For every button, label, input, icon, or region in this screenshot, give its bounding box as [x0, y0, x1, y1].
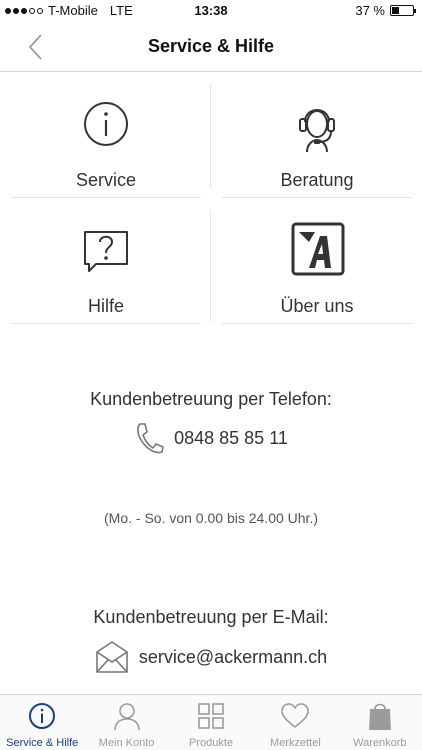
- tile-beratung[interactable]: Beratung: [222, 82, 412, 198]
- tab-produkte[interactable]: Produkte: [169, 695, 253, 750]
- tile-hilfe[interactable]: Hilfe: [11, 208, 201, 324]
- tab-bar: Service & Hilfe Mein Konto Produkte Merk…: [0, 694, 422, 750]
- tile-label: Service: [75, 170, 137, 190]
- status-right: 37 %: [355, 3, 416, 18]
- status-bar: T-Mobile LTE 13:38 37 %: [0, 0, 422, 22]
- info-icon: [29, 703, 56, 729]
- tile-label: Hilfe: [87, 296, 124, 316]
- tab-label: Merkzettel: [270, 737, 321, 749]
- email-heading: Kundenbetreuung per E-Mail:: [93, 607, 329, 627]
- info-icon: [84, 102, 128, 146]
- service-hours: (Mo. - So. von 0.00 bis 24.00 Uhr.): [104, 510, 318, 526]
- page-title: Service & Hilfe: [147, 36, 275, 56]
- email-address[interactable]: service@ackermann.ch: [139, 647, 327, 668]
- tab-label: Mein Konto: [98, 737, 155, 749]
- tab-mein-konto[interactable]: Mein Konto: [84, 695, 168, 750]
- person-icon: [113, 703, 140, 731]
- phone-heading: Kundenbetreuung per Telefon:: [90, 389, 332, 409]
- phone-number[interactable]: 0848 85 85 11: [174, 428, 288, 449]
- shopping-bag-icon: [368, 703, 391, 730]
- tile-ueber-uns[interactable]: Über uns: [222, 208, 412, 324]
- grid-divider: [210, 84, 211, 188]
- tile-label: Beratung: [280, 170, 354, 190]
- tile-label: Über uns: [280, 296, 354, 316]
- tab-label: Warenkorb: [353, 737, 407, 749]
- heart-icon: [281, 703, 310, 728]
- tile-service[interactable]: Service: [11, 82, 201, 198]
- battery-percent: 37 %: [355, 3, 385, 18]
- headset-icon: [299, 109, 335, 153]
- question-bubble-icon: [84, 231, 128, 272]
- phone-row[interactable]: 0848 85 85 11: [0, 421, 422, 455]
- grid-divider: [210, 210, 211, 322]
- navigation-bar: Service & Hilfe: [0, 22, 422, 72]
- grid-icon: [198, 703, 224, 729]
- tab-service-hilfe[interactable]: Service & Hilfe: [0, 695, 84, 750]
- tab-label: Service & Hilfe: [6, 737, 79, 749]
- tab-label: Produkte: [189, 737, 234, 749]
- ackermann-logo-icon: [291, 222, 345, 276]
- tab-merkzettel[interactable]: Merkzettel: [253, 695, 337, 750]
- battery-icon: [390, 5, 416, 16]
- tab-warenkorb[interactable]: Warenkorb: [338, 695, 422, 750]
- battery-fill: [392, 7, 400, 14]
- mail-icon: [96, 641, 128, 673]
- email-row[interactable]: service@ackermann.ch: [0, 640, 422, 674]
- phone-icon: [137, 423, 164, 454]
